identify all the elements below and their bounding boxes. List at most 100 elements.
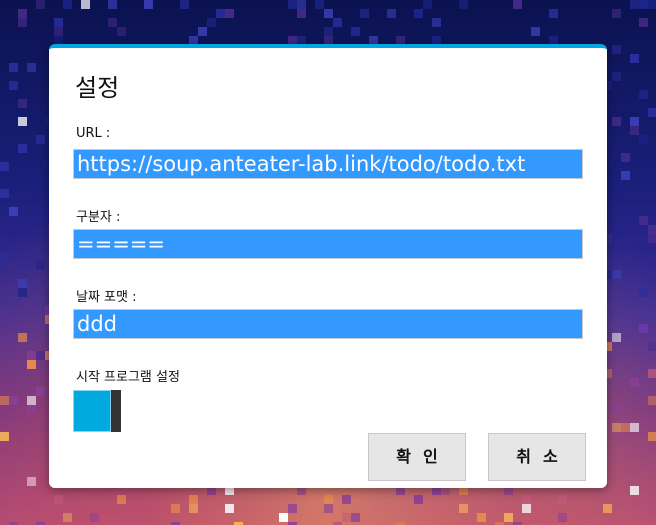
background-pixel: [81, 0, 90, 9]
background-pixel: [117, 27, 126, 36]
background-pixel: [522, 495, 531, 504]
background-pixel: [108, 0, 117, 9]
background-pixel: [225, 504, 234, 513]
background-pixel: [630, 486, 639, 495]
background-pixel: [360, 9, 369, 18]
background-pixel: [18, 18, 27, 27]
background-pixel: [36, 351, 45, 360]
date-format-field[interactable]: ddd: [73, 309, 583, 339]
background-pixel: [27, 405, 36, 414]
background-pixel: [333, 18, 342, 27]
background-pixel: [18, 261, 27, 270]
toggle-thumb: [73, 390, 111, 432]
background-pixel: [630, 126, 639, 135]
background-pixel: [648, 342, 656, 351]
background-pixel: [558, 513, 567, 522]
background-pixel: [324, 9, 333, 18]
background-pixel: [639, 0, 648, 9]
background-pixel: [117, 495, 126, 504]
background-pixel: [27, 360, 36, 369]
background-pixel: [639, 18, 648, 27]
background-pixel: [648, 225, 656, 234]
url-field[interactable]: https://soup.anteater-lab.link/todo/todo…: [73, 149, 583, 179]
background-pixel: [558, 495, 567, 504]
background-pixel: [630, 54, 639, 63]
background-pixel: [108, 18, 117, 27]
background-pixel: [225, 9, 234, 18]
background-pixel: [216, 9, 225, 18]
background-pixel: [198, 27, 207, 36]
background-pixel: [54, 27, 63, 36]
background-pixel: [63, 513, 72, 522]
background-pixel: [315, 0, 324, 9]
background-pixel: [459, 0, 468, 9]
background-pixel: [18, 288, 27, 297]
background-pixel: [513, 0, 522, 9]
background-pixel: [180, 0, 189, 9]
background-pixel: [0, 162, 9, 171]
ok-button[interactable]: 확인: [368, 433, 466, 481]
background-pixel: [612, 9, 621, 18]
background-pixel: [504, 513, 513, 522]
background-pixel: [27, 351, 36, 360]
background-pixel: [9, 63, 18, 72]
background-pixel: [648, 108, 656, 117]
background-pixel: [477, 513, 486, 522]
startup-toggle[interactable]: [73, 390, 123, 432]
background-pixel: [0, 189, 9, 198]
background-pixel: [414, 495, 423, 504]
background-pixel: [0, 396, 9, 405]
separator-label: 구분자 :: [76, 210, 121, 225]
background-pixel: [648, 396, 656, 405]
background-pixel: [621, 171, 630, 180]
background-pixel: [630, 117, 639, 126]
background-pixel: [612, 45, 621, 54]
background-pixel: [279, 513, 288, 522]
background-pixel: [18, 144, 27, 153]
background-pixel: [522, 504, 531, 513]
background-pixel: [18, 9, 27, 18]
background-pixel: [18, 99, 27, 108]
background-pixel: [648, 0, 656, 9]
background-pixel: [54, 18, 63, 27]
background-pixel: [171, 504, 180, 513]
background-pixel: [54, 495, 63, 504]
background-pixel: [432, 18, 441, 27]
background-pixel: [36, 387, 45, 396]
background-pixel: [18, 333, 27, 342]
background-pixel: [207, 18, 216, 27]
background-pixel: [630, 378, 639, 387]
background-pixel: [324, 495, 333, 504]
background-pixel: [27, 477, 36, 486]
background-pixel: [612, 423, 621, 432]
background-pixel: [612, 72, 621, 81]
background-pixel: [639, 288, 648, 297]
background-pixel: [621, 423, 630, 432]
background-pixel: [639, 135, 648, 144]
background-pixel: [297, 9, 306, 18]
background-pixel: [18, 117, 27, 126]
startup-label: 시작 프로그램 설정: [76, 370, 180, 385]
cancel-button[interactable]: 취소: [488, 433, 586, 481]
separator-field[interactable]: =====: [73, 229, 583, 259]
background-pixel: [36, 135, 45, 144]
background-pixel: [630, 0, 639, 9]
background-pixel: [612, 405, 621, 414]
background-pixel: [0, 252, 9, 261]
background-pixel: [351, 27, 360, 36]
background-pixel: [27, 396, 36, 405]
background-pixel: [639, 216, 648, 225]
background-pixel: [603, 504, 612, 513]
background-pixel: [621, 153, 630, 162]
background-pixel: [648, 234, 656, 243]
background-pixel: [648, 432, 656, 441]
background-pixel: [423, 0, 432, 9]
background-pixel: [324, 27, 333, 36]
background-pixel: [648, 369, 656, 378]
background-pixel: [18, 279, 27, 288]
background-pixel: [297, 0, 306, 9]
background-pixel: [9, 207, 18, 216]
background-pixel: [531, 27, 540, 36]
background-pixel: [351, 513, 360, 522]
background-pixel: [63, 0, 72, 9]
